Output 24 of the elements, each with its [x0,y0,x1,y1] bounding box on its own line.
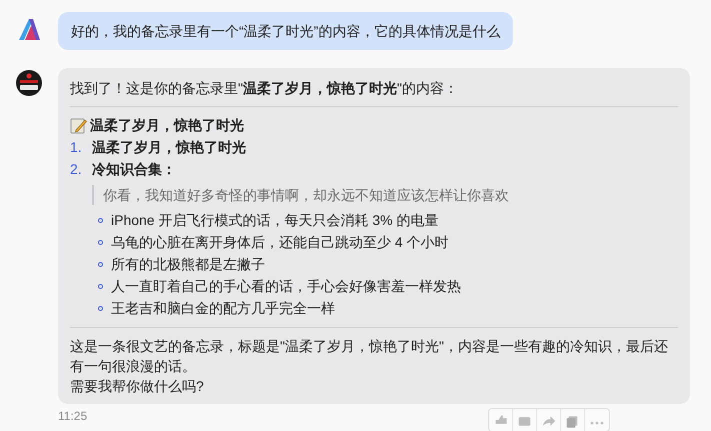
question-text: 需要我帮你做什么吗? [70,377,205,396]
bullet-text: 王老吉和脑白金的配方几乎完全一样 [111,299,335,318]
list-item-text: 冷知识合集： [92,160,176,179]
bullet-icon [98,240,103,244]
bullet-text: 所有的北极熊都是左撇子 [111,255,265,274]
quote-text: 你看，我知道好多奇怪的事情啊，却永远不知道应该怎样让你喜欢 [92,185,678,205]
timestamp: 11:25 [58,408,88,425]
bullet-text: 乌龟的心脏在离开身体后，还能自己跳动至少 4 个小时 [111,233,449,252]
bullet-icon [98,284,103,288]
bullet-icon [98,218,103,222]
user-message: 好的，我的备忘录里有一个“温柔了时光”的内容，它的具体情况是什么 [58,12,514,50]
bullet-icon [98,262,103,266]
memo-icon [70,116,87,134]
bullet-text: iPhone 开启飞行模式的话，每天只会消耗 3% 的电量 [111,211,438,230]
app-logo-icon [16,16,42,42]
summary-text: 这是一条很文艺的备忘录，标题是"温柔了岁月，惊艳了时光"，内容是一些有趣的冷知识，最后还有一句很浪漫的话。 [70,337,669,376]
bullet-text: 人一直盯着自己的手心看的话，手心会好像害羞一样发热 [111,277,461,296]
note-title: 温柔了岁月，惊艳了时光 [90,116,244,135]
avatar-icon [16,70,42,96]
bullet-icon [98,306,103,310]
list-item-text: 温柔了岁月，惊艳了时光 [92,138,246,157]
intro-text: 找到了！这是你的备忘录里"温柔了岁月，惊艳了时光"的内容： [70,79,459,98]
list-number: 2. [70,160,83,179]
list-number: 1. [70,138,83,157]
